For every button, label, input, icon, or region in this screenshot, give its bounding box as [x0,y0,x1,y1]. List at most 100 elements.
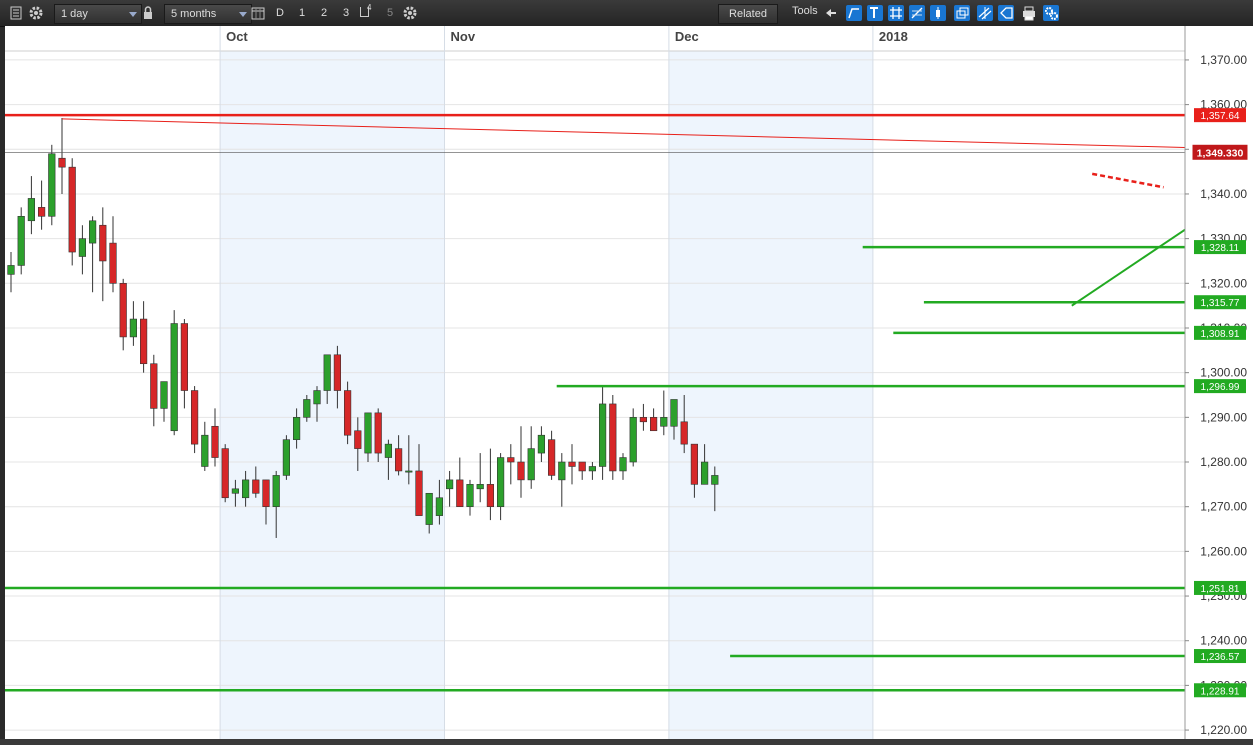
period-button-4[interactable]: 4 [358,3,374,22]
bullish-candle-body [303,399,311,418]
bearish-candle-body [568,461,576,467]
trend-line-tool-icon[interactable] [846,5,862,21]
candlestick-chart[interactable]: Oct Nov Dec 2018 1,370.001,360.001,350.001,… [5,26,1253,739]
bearish-candle-body [394,448,403,472]
candle [660,390,668,436]
price-tick-label: 1,370.00 [1200,53,1247,67]
chart-area[interactable]: Oct Nov Dec 2018 1,370.001,360.001,350.001,… [5,26,1253,739]
period-button-2[interactable]: 2 [316,4,332,22]
print-icon[interactable] [1021,5,1037,21]
candle [78,225,86,275]
bearish-candle-body [68,166,76,253]
chevron-down-icon [129,12,137,17]
bearish-candle-body [109,242,117,284]
month-shade [220,51,445,739]
bearish-candle-body [690,443,698,485]
bearish-candle-body [547,439,556,476]
bearish-candle-body [343,390,352,436]
candle [527,426,535,489]
interval-select[interactable]: 1 day [54,4,142,24]
bearish-candle-body [140,318,148,365]
candle [547,430,556,480]
settings-gear-icon[interactable] [28,5,44,21]
bullish-candle-body [629,417,637,463]
candle [649,408,658,432]
undo-arrow-icon[interactable] [823,5,839,21]
bullish-candle-body [160,381,168,409]
fibonacci-tool-icon[interactable] [909,5,925,21]
candle [496,453,505,521]
bullish-candle-body [323,354,331,391]
candle [282,435,291,480]
bullish-candle-body [558,461,566,481]
period-button-d[interactable]: D [272,4,288,22]
candle [129,301,137,346]
bearish-candle-body [221,448,229,499]
chevron-down-icon [239,12,247,17]
candle [99,207,107,302]
candle [598,386,607,480]
bearish-candle-body [99,224,107,262]
bullish-candle-body [496,457,505,507]
bearish-candle-body [507,457,515,463]
candle-tool-icon[interactable] [930,5,946,21]
interval-select-value: 1 day [61,8,88,20]
eraser-tool-icon[interactable] [998,5,1014,21]
candle [27,176,36,235]
tools-label: Tools [792,5,818,17]
bearish-candle-body [252,479,260,494]
candle [568,444,576,485]
period-button-1[interactable]: 1 [294,4,310,22]
bearish-candle-body [58,157,66,168]
bullish-candle-body [17,215,25,266]
lock-icon[interactable] [140,5,156,21]
bearish-candle-body [486,484,495,507]
chart-settings-gear-icon[interactable] [402,5,418,21]
candle [466,479,474,516]
bearish-candle-body [211,425,219,458]
bearish-candle-body [374,412,382,454]
price-tick-label: 1,320.00 [1200,276,1247,290]
grid-tool-icon[interactable] [888,5,904,21]
bullish-candle-body [201,434,209,467]
text-tool-icon[interactable] [867,5,883,21]
bullish-candle-body [476,484,484,490]
period-button-5[interactable]: 5 [382,4,398,22]
bullish-candle-body [364,412,372,454]
layers-tool-icon[interactable] [954,5,970,21]
bearish-candle-body [609,403,617,472]
level-label: 1,357.64 [1201,111,1240,122]
bullish-candle-body [89,220,97,244]
calendar-icon[interactable] [250,5,266,21]
channel-tool-icon[interactable] [977,5,993,21]
bullish-candle-body [384,443,393,458]
level-label: 1,236.57 [1201,652,1240,663]
bottom-scrollbar[interactable] [0,739,1253,745]
bullish-candle-body [537,434,545,454]
candle [537,426,545,463]
month-shade [668,51,873,739]
price-axis: 1,370.001,360.001,350.001,340.001,330.00… [1184,26,1253,739]
bearish-candle-body [262,479,270,507]
related-button[interactable]: Related [718,4,778,24]
candle [588,462,596,480]
bullish-candle-body [48,153,56,217]
level-label: 1,296.99 [1201,382,1240,393]
range-select[interactable]: 5 months [164,4,252,24]
drawings [5,113,1186,692]
period-4-label: 4 [367,3,372,12]
candle [170,310,178,436]
bullish-candle-body [272,475,280,507]
level-label: 1,228.91 [1201,686,1240,697]
level-label: 1,315.77 [1201,298,1240,309]
price-tick-label: 1,280.00 [1200,455,1247,469]
bullish-candle-body [619,457,627,472]
bullish-candle-body [170,323,178,432]
tool-settings-gear-icon[interactable] [1043,5,1059,21]
candle [639,403,647,431]
month-label: Dec [675,29,699,44]
period-button-3[interactable]: 3 [338,4,354,22]
candle [150,354,158,427]
menu-icon[interactable] [8,5,24,21]
candle [558,453,566,507]
